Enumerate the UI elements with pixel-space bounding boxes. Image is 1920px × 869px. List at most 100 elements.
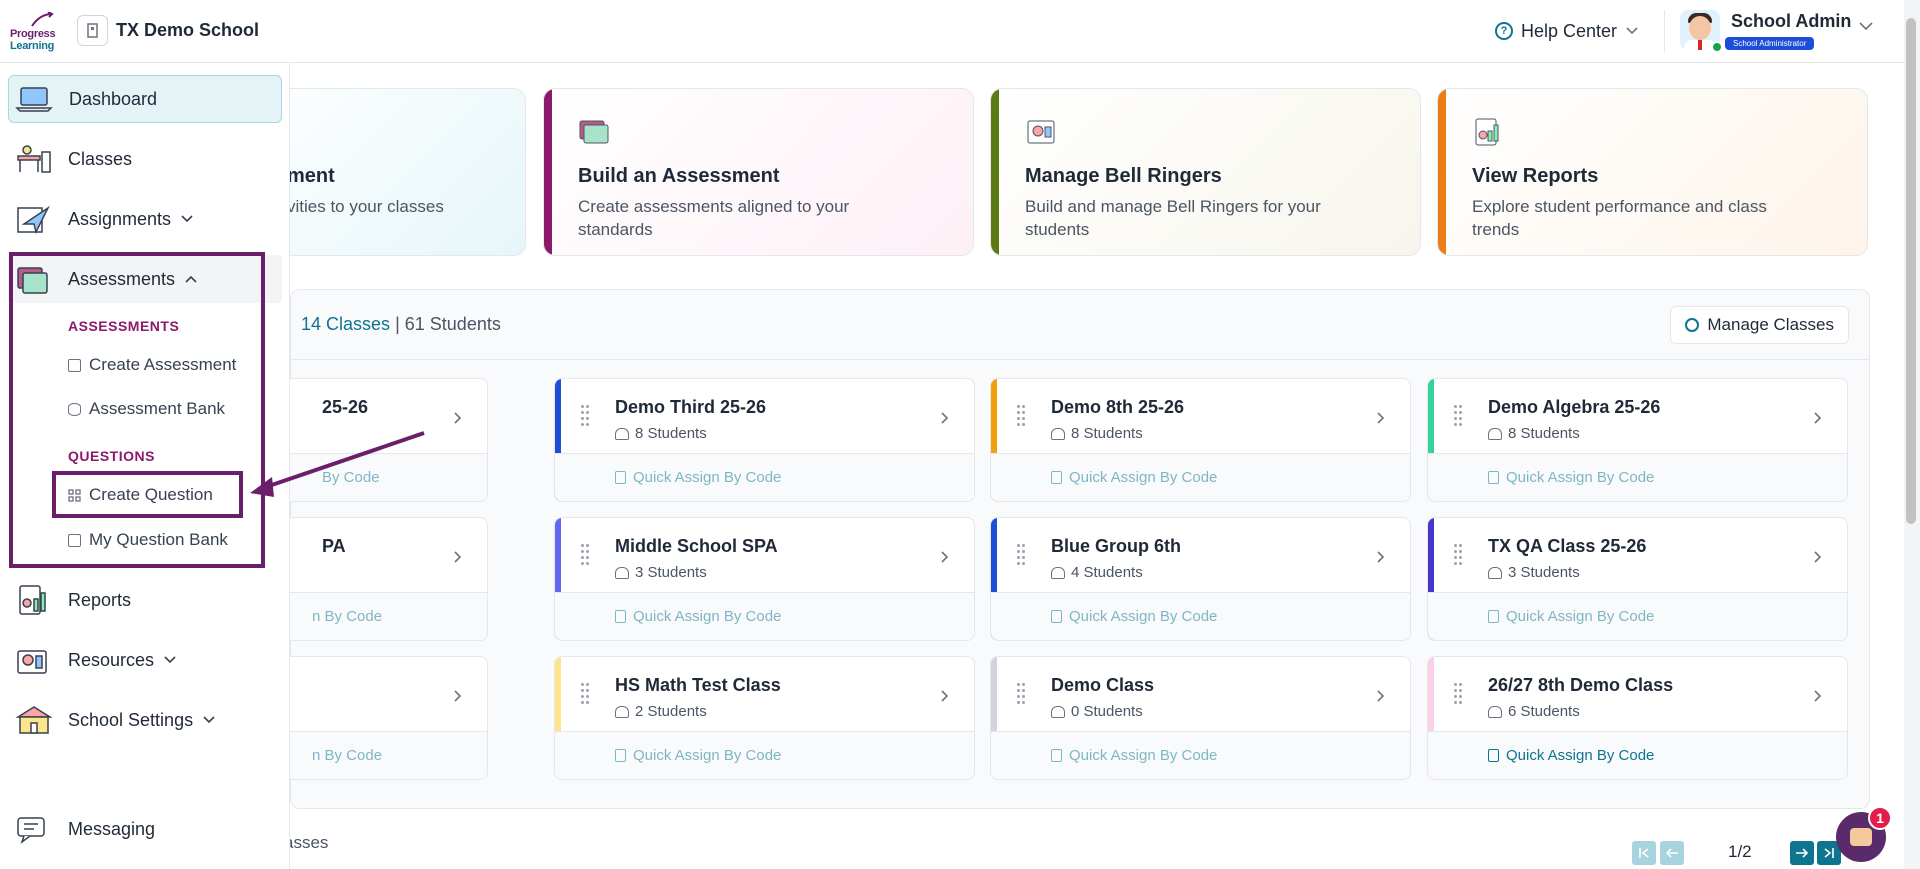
classes-separator: |	[395, 314, 400, 334]
quick-card-bell-ringers[interactable]: Manage Bell Ringers Build and manage Bel…	[990, 88, 1421, 256]
scrollbar-thumb[interactable]	[1906, 18, 1916, 524]
next-page-button[interactable]	[1790, 841, 1814, 865]
top-bar: Progress Learning TX Demo School ? Help …	[0, 0, 1920, 63]
clipboard-icon	[1488, 610, 1499, 623]
quick-assign-label: Quick Assign By Code	[1069, 747, 1218, 764]
quick-assign-link[interactable]: Quick Assign By Code	[1488, 608, 1654, 625]
classes-footer-text: asses	[284, 833, 329, 852]
class-card[interactable]: Demo Algebra 25-26 8 Students Quick Assi…	[1427, 378, 1848, 502]
class-card[interactable]: Middle School SPA 3 Students Quick Assig…	[554, 517, 975, 641]
class-name: PA	[322, 536, 346, 556]
sidebar-item-assignments[interactable]: Assignments	[8, 195, 282, 243]
chevron-right-icon	[454, 690, 462, 702]
chevron-right-icon	[1377, 690, 1385, 702]
last-page-icon	[1824, 848, 1834, 858]
clipboard-icon	[1488, 749, 1499, 762]
quick-card-view-reports[interactable]: View Reports Explore student performance…	[1437, 88, 1868, 256]
quick-assign-link[interactable]: Quick Assign By Code	[615, 469, 781, 486]
drag-handle-icon[interactable]	[1017, 405, 1027, 427]
quick-assign-link[interactable]: Quick Assign By Code	[1051, 469, 1217, 486]
classes-header: 14 Classes | 61 Students Manage Classes	[291, 290, 1869, 360]
chevron-down-icon	[164, 656, 176, 664]
chevron-right-icon	[454, 412, 462, 424]
class-card[interactable]: Demo 8th 25-26 8 Students Quick Assign B…	[990, 378, 1411, 502]
paper-plane-icon	[17, 205, 50, 235]
quick-assign-label: Quick Assign By Code	[633, 469, 782, 486]
drag-handle-icon[interactable]	[1454, 544, 1464, 566]
highlight-box-assessments	[9, 252, 265, 568]
chevron-right-icon	[1814, 412, 1822, 424]
quick-card-desc: Explore student performance and class tr…	[1472, 197, 1767, 239]
class-card[interactable]: Demo Third 25-26 8 Students Quick Assign…	[554, 378, 975, 502]
class-students: 2 Students	[635, 703, 707, 720]
progress-learning-logo[interactable]: Progress Learning	[8, 12, 60, 52]
class-name: Demo Algebra 25-26	[1488, 397, 1661, 417]
sidebar-item-resources[interactable]: Resources	[8, 636, 282, 684]
classes-summary: 14 Classes | 61 Students	[301, 314, 501, 335]
chat-icon	[17, 817, 45, 845]
quick-assign-link[interactable]: n By Code	[312, 747, 382, 764]
quick-assign-link[interactable]: n By Code	[312, 608, 382, 625]
drag-handle-icon[interactable]	[581, 405, 591, 427]
students-icon	[1488, 427, 1502, 440]
quick-card-build-assessment[interactable]: Build an Assessment Create assessments a…	[543, 88, 974, 256]
quick-assign-label: Quick Assign By Code	[1069, 469, 1218, 486]
highlight-box-create-question	[52, 471, 243, 518]
drag-handle-icon[interactable]	[1454, 405, 1464, 427]
class-card[interactable]: HS Math Test Class 2 Students Quick Assi…	[554, 656, 975, 780]
user-menu-chevron-icon[interactable]	[1858, 20, 1874, 32]
sidebar-item-messaging[interactable]: Messaging	[8, 805, 282, 853]
quick-assign-link[interactable]: Quick Assign By Code	[615, 747, 781, 764]
quick-assign-link[interactable]: Quick Assign By Code	[1051, 608, 1217, 625]
manage-classes-button[interactable]: Manage Classes	[1670, 306, 1849, 344]
quick-assign-link[interactable]: Quick Assign By Code	[1051, 747, 1217, 764]
students-icon	[615, 427, 629, 440]
sidebar-item-dashboard[interactable]: Dashboard	[8, 75, 282, 123]
reports-icon	[1475, 118, 1499, 146]
class-students: 8 Students	[1071, 425, 1143, 442]
class-card[interactable]: Demo Class 0 Students Quick Assign By Co…	[990, 656, 1411, 780]
class-card[interactable]: Blue Group 6th 4 Students Quick Assign B…	[990, 517, 1411, 641]
user-name[interactable]: School Admin	[1731, 11, 1851, 32]
sidebar-item-classes[interactable]: Classes	[8, 135, 282, 183]
class-card[interactable]: TX QA Class 25-26 3 Students Quick Assig…	[1427, 517, 1848, 641]
drag-handle-icon[interactable]	[1017, 544, 1027, 566]
class-students: 3 Students	[635, 564, 707, 581]
drag-handle-icon[interactable]	[1454, 683, 1464, 705]
students-icon	[615, 705, 629, 718]
drag-handle-icon[interactable]	[581, 544, 591, 566]
help-center-button[interactable]: ? Help Center	[1495, 18, 1639, 44]
sidebar-item-school-settings[interactable]: School Settings	[8, 696, 282, 744]
laptop-icon	[15, 87, 53, 112]
quick-assign-link[interactable]: Quick Assign By Code	[1488, 469, 1654, 486]
sidebar-item-reports[interactable]: Reports	[8, 576, 282, 624]
quick-assign-link[interactable]: Quick Assign By Code	[615, 608, 781, 625]
chevron-right-icon	[1377, 412, 1385, 424]
school-building-icon[interactable]	[77, 15, 108, 46]
clipboard-icon	[615, 610, 626, 623]
students-icon	[615, 566, 629, 579]
school-name[interactable]: TX Demo School	[116, 20, 259, 41]
sidebar-item-label: Assignments	[68, 208, 172, 229]
prev-page-button[interactable]	[1660, 841, 1684, 865]
help-circle-icon: ?	[1495, 22, 1513, 40]
class-card[interactable]: 26/27 8th Demo Class 6 Students Quick As…	[1427, 656, 1848, 780]
chevron-right-icon	[1377, 551, 1385, 563]
quick-assign-link[interactable]: Quick Assign By Code	[1488, 747, 1654, 764]
class-name: Demo 8th 25-26	[1051, 397, 1185, 417]
user-role-badge: School Administrator	[1725, 37, 1815, 50]
drag-handle-icon[interactable]	[581, 683, 591, 705]
chevron-right-icon	[1814, 551, 1822, 563]
header-divider	[1664, 10, 1665, 52]
manage-classes-label: Manage Classes	[1707, 315, 1834, 334]
class-name: 25-26	[322, 397, 369, 417]
chevron-down-icon	[203, 716, 215, 724]
sidebar-item-label: Classes	[68, 148, 133, 169]
logo-text-bottom: Learning	[10, 40, 55, 52]
quick-assign-label: Quick Assign By Code	[1506, 608, 1655, 625]
logo-text-top: Progress	[10, 28, 56, 40]
classes-count-link[interactable]: 14 Classes	[301, 314, 390, 334]
school-icon	[15, 706, 53, 734]
first-page-button[interactable]	[1632, 841, 1656, 865]
drag-handle-icon[interactable]	[1017, 683, 1027, 705]
